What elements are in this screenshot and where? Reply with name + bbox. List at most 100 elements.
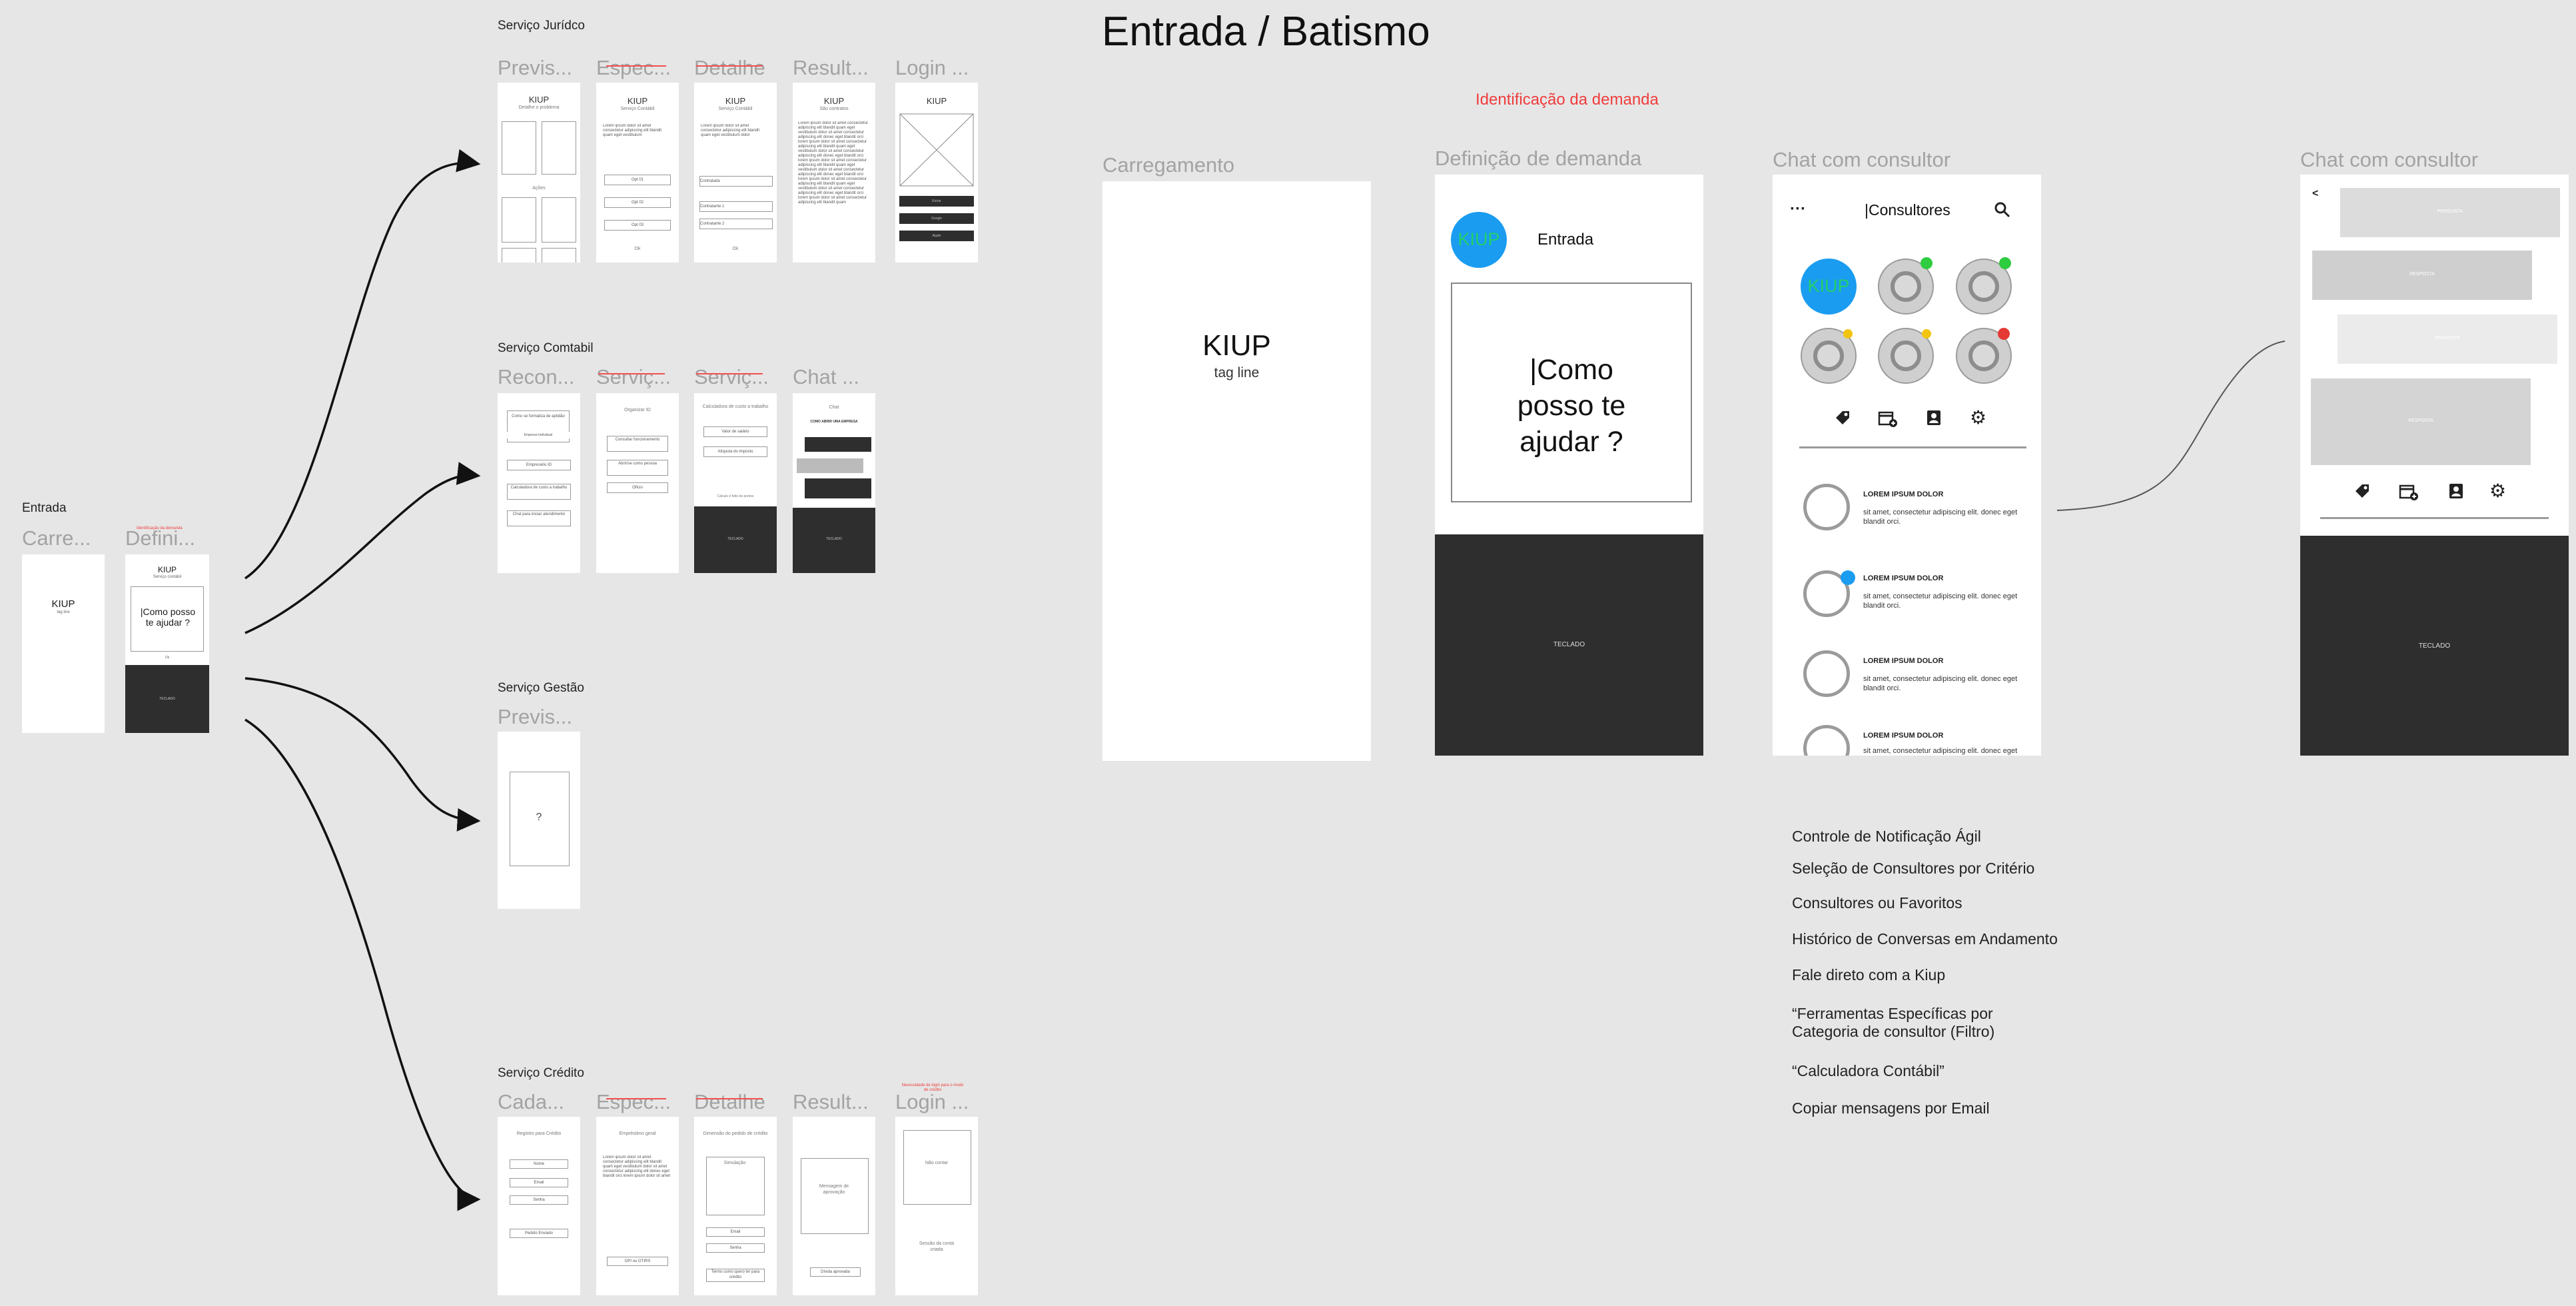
contact-icon[interactable] <box>1926 409 1942 426</box>
contabil-f4-bubble-1 <box>805 437 871 452</box>
entrada-def-ok[interactable]: Ok <box>125 656 209 660</box>
feature-item-7: “Calculadora Contábil” <box>1792 1062 1944 1079</box>
message-avatar-4[interactable] <box>1803 725 1850 756</box>
juridico-f1-card-4 <box>542 197 576 243</box>
chat2-frame: < PERGUNTA RESPOSTA PERGUNTA RESPOSTA ⚙ … <box>2300 175 2569 756</box>
chat2-divider <box>2320 517 2549 519</box>
chat2-keyboard-label: TECLADO <box>2418 642 2451 650</box>
juridico-frame-detalhe: KIUP Serviço Contábil Lorem ipsum dolor … <box>694 83 777 263</box>
juridico-f5-btn-1[interactable]: Entrar <box>899 196 974 207</box>
gear-icon[interactable]: ⚙ <box>1970 406 1986 428</box>
juridico-f3-field-3[interactable]: Contratante 2 <box>699 219 773 229</box>
status-dot-3 <box>1999 257 2011 269</box>
chat1-kiup-avatar[interactable]: KIUP <box>1801 259 1857 315</box>
juridico-f5-title: KIUP <box>926 96 947 106</box>
message-avatar-3[interactable] <box>1803 650 1850 697</box>
juridico-label-2: Espec... <box>596 56 671 79</box>
feature-item-3: Consultores ou Favoritos <box>1792 894 1962 912</box>
juridico-f5-btn-3[interactable]: Apple <box>899 231 974 241</box>
chat-bubble-4: RESPOSTA <box>2311 378 2531 465</box>
contabil-f2-item-3[interactable]: Ofício <box>607 482 668 493</box>
feature-item-6: “Ferramentas Específicas por Categoria d… <box>1792 1005 1995 1040</box>
juridico-frame-login: KIUP Entrar Google Apple <box>895 83 978 263</box>
contabil-f1-item-5[interactable]: Chat para iniciar atendimento <box>507 510 571 526</box>
message-text-4: sit amet, consectetur adipiscing elit. d… <box>1863 747 2018 755</box>
search-icon[interactable] <box>1994 201 2011 219</box>
credito-f5-box-label: Não contar <box>925 1161 949 1165</box>
contabil-frame-chat: Chat COMO ABRIR UMA EMPRESA TECLADO <box>793 393 875 573</box>
credito-f2-button[interactable]: OPI ou OTIRS <box>607 1257 668 1266</box>
credito-f1-item-3[interactable]: Senha <box>510 1195 568 1205</box>
contabil-f2-item-1[interactable]: Consultar funcionamento <box>607 436 668 452</box>
juridico-f2-opt-3[interactable]: Opt 03 <box>604 220 671 231</box>
credito-f4-button[interactable]: Dívida aprovada <box>810 1267 861 1277</box>
contabil-label-2: Serviç... <box>596 365 671 388</box>
gear-icon[interactable]: ⚙ <box>2489 480 2506 502</box>
contabil-f3-item-1[interactable]: Valor de salário <box>703 426 767 437</box>
definicao-keyboard-label: TECLADO <box>1553 641 1585 648</box>
entrada-def-prompt: |Como posso te ajudar ? <box>140 606 196 628</box>
calendar-add-icon[interactable] <box>1878 409 1898 428</box>
contabil-frame-reconhecimento: Como se formaliza de aptidão Empresa Ind… <box>498 393 580 573</box>
chat-bubble-4-label: RESPOSTA <box>2408 418 2433 423</box>
credito-f1-item-2[interactable]: Email <box>510 1178 568 1187</box>
juridico-f5-btn-2[interactable]: Google <box>899 213 974 224</box>
calendar-add-icon[interactable] <box>2399 482 2419 501</box>
chat1-frame: ··· |Consultores KIUP ⚙ LOREM IPSUM DOLO… <box>1773 175 2041 756</box>
carregamento-frame: KIUP tag line <box>1102 181 1371 761</box>
contabil-f1-item-2[interactable]: Empresa Individual <box>507 432 570 438</box>
entrada-def-keyboard: TECLADO <box>125 665 209 733</box>
credito-f1-item-1[interactable]: Nome <box>510 1159 568 1169</box>
contabil-f4-keyboard-label: TECLADO <box>826 537 842 541</box>
image-placeholder-icon <box>899 113 974 187</box>
more-horizontal-icon[interactable]: ··· <box>1790 200 1806 219</box>
credito-f3-item-2[interactable]: Senha <box>706 1243 765 1253</box>
entrada-def-sub: Serviço contábil <box>153 575 182 579</box>
contabil-f1-item-4[interactable]: Calculadora de custo a trabalho <box>507 484 571 500</box>
juridico-f2-opt-1[interactable]: Opt 01 <box>604 175 671 185</box>
contabil-frame-servico-1: Organizar ID Consultar funcionamento Abr… <box>596 393 679 573</box>
credito-f3-button[interactable]: Termo como quero ter para crédito <box>706 1269 765 1282</box>
message-avatar-1[interactable] <box>1803 484 1850 530</box>
juridico-f4-sub: São contratos <box>819 107 849 111</box>
juridico-f3-ok[interactable]: Ok <box>694 247 777 251</box>
juridico-f1-card-2 <box>542 121 576 175</box>
contabil-f3-keyboard: TECLADO <box>694 506 777 573</box>
status-dot-5 <box>1922 329 1931 338</box>
contabil-f2-item-2[interactable]: Abrir/se como pessoa <box>607 460 668 476</box>
juridico-f2-opt-2[interactable]: Opt 02 <box>604 197 671 208</box>
gestao-frame-previsao: ? <box>498 732 580 909</box>
entrada-definicao-frame: KIUP Serviço contábil |Como posso te aju… <box>125 554 209 733</box>
credito-label-3: Detalhe <box>694 1090 765 1113</box>
message-text-1: sit amet, consectetur adipiscing elit. d… <box>1863 508 2018 526</box>
tag-icon[interactable] <box>2354 482 2371 500</box>
juridico-frame-resultado: KIUP São contratos Lorem ipsum dolor sit… <box>793 83 875 263</box>
credito-f3-item-1[interactable]: Email <box>706 1227 765 1237</box>
credito-f4-box-label: Mensagem de aprovação <box>819 1184 849 1195</box>
entrada-red-note: Identificação da demanda <box>137 526 183 530</box>
contact-icon[interactable] <box>2448 482 2464 500</box>
juridico-label-1: Previs... <box>498 56 572 79</box>
identificacao-annotation: Identificação da demanda <box>1476 91 1659 109</box>
chat-bubble-2: RESPOSTA <box>2312 251 2532 300</box>
credito-f1-title: Registro para Crédito <box>516 1131 562 1136</box>
credito-f1-button[interactable]: Pedido Enviado <box>510 1229 568 1238</box>
juridico-f4-title: KIUP <box>823 96 845 106</box>
contabil-f4-keyboard: TECLADO <box>793 508 875 573</box>
back-icon[interactable]: < <box>2312 188 2318 200</box>
contabil-f1-item-3[interactable]: Empresário ID <box>507 460 571 470</box>
credito-label-4: Result... <box>793 1090 869 1113</box>
feature-item-2: Seleção de Consultores por Critério <box>1792 860 2035 877</box>
juridico-f5-btn-2-label: Google <box>931 217 943 221</box>
contabil-f4-sub: COMO ABRIR UMA EMPRESA <box>810 420 858 424</box>
juridico-f3-field-2[interactable]: Contratante 1 <box>699 201 773 212</box>
contabil-f3-item-2[interactable]: Alíquota do imposto <box>703 446 767 457</box>
contabil-f3-keyboard-label: TECLADO <box>727 537 743 541</box>
entrada-section-title: Entrada <box>22 501 67 515</box>
tag-icon[interactable] <box>1834 409 1851 426</box>
contabil-f3-small: Cálculo é feito de pontos <box>717 494 754 498</box>
juridico-f2-ok[interactable]: Ok <box>596 247 679 251</box>
carregamento-label: Carregamento <box>1102 153 1235 177</box>
juridico-f3-field-1[interactable]: Contratada <box>699 176 773 187</box>
feature-item-1: Controle de Notificação Ágil <box>1792 828 1981 845</box>
